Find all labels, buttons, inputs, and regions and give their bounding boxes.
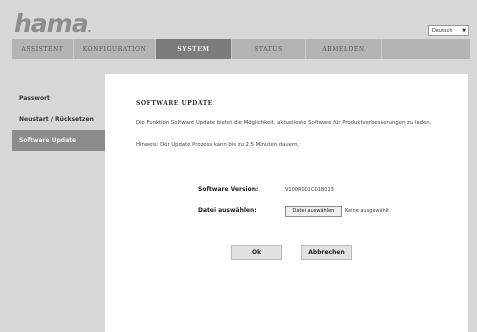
tab-status[interactable]: STATUS <box>232 39 306 59</box>
nav-filler <box>382 39 470 59</box>
language-selected: Deutsch <box>432 28 453 34</box>
sidebar-item-neustart[interactable]: Neustart / Rücksetzen <box>12 109 105 130</box>
brand-name: hama <box>14 9 89 38</box>
brand-suffix: . <box>87 22 92 35</box>
page-title: SOFTWARE UPDATE <box>136 100 213 107</box>
cancel-button[interactable]: Abbrechen <box>301 245 352 260</box>
chevron-down-icon: ▼ <box>462 28 466 34</box>
software-version-value: V100R001C01B013 <box>285 187 334 193</box>
sidebar: Passwort Neustart / Rücksetzen Software … <box>12 88 105 151</box>
tab-abmelden[interactable]: ABMELDEN <box>306 39 382 59</box>
ok-button[interactable]: Ok <box>231 245 282 260</box>
tab-system[interactable]: SYSTEM <box>156 39 232 59</box>
tab-label: ABMELDEN <box>322 45 365 53</box>
software-version-label: Software Version: <box>198 186 259 193</box>
description-text: Die Funktion Software Update bietet die … <box>136 120 432 126</box>
tab-konfiguration[interactable]: KONFIGURATION <box>74 39 156 59</box>
tab-label: KONFIGURATION <box>82 45 147 53</box>
tab-assistent[interactable]: ASSISTENT <box>12 39 74 59</box>
file-status-text: Keine ausgewählt <box>345 208 390 214</box>
content-panel: SOFTWARE UPDATE Die Funktion Software Up… <box>105 74 468 332</box>
language-select[interactable]: Deutsch ▼ <box>428 25 469 36</box>
sidebar-item-passwort[interactable]: Passwort <box>12 88 105 109</box>
main-nav: ASSISTENT KONFIGURATION SYSTEM STATUS AB… <box>12 39 470 59</box>
tab-label: ASSISTENT <box>21 45 64 53</box>
file-select-button[interactable]: Datei auswählen <box>285 206 342 217</box>
file-select-label: Datei auswählen: <box>198 207 257 214</box>
hama-logo: hama. <box>14 9 92 38</box>
hint-text: Hinweis: Der Update Prozess kann bis zu … <box>136 142 300 148</box>
tab-label: SYSTEM <box>177 45 210 53</box>
sidebar-item-software-update[interactable]: Software Update <box>12 130 105 151</box>
tab-label: STATUS <box>254 45 283 53</box>
